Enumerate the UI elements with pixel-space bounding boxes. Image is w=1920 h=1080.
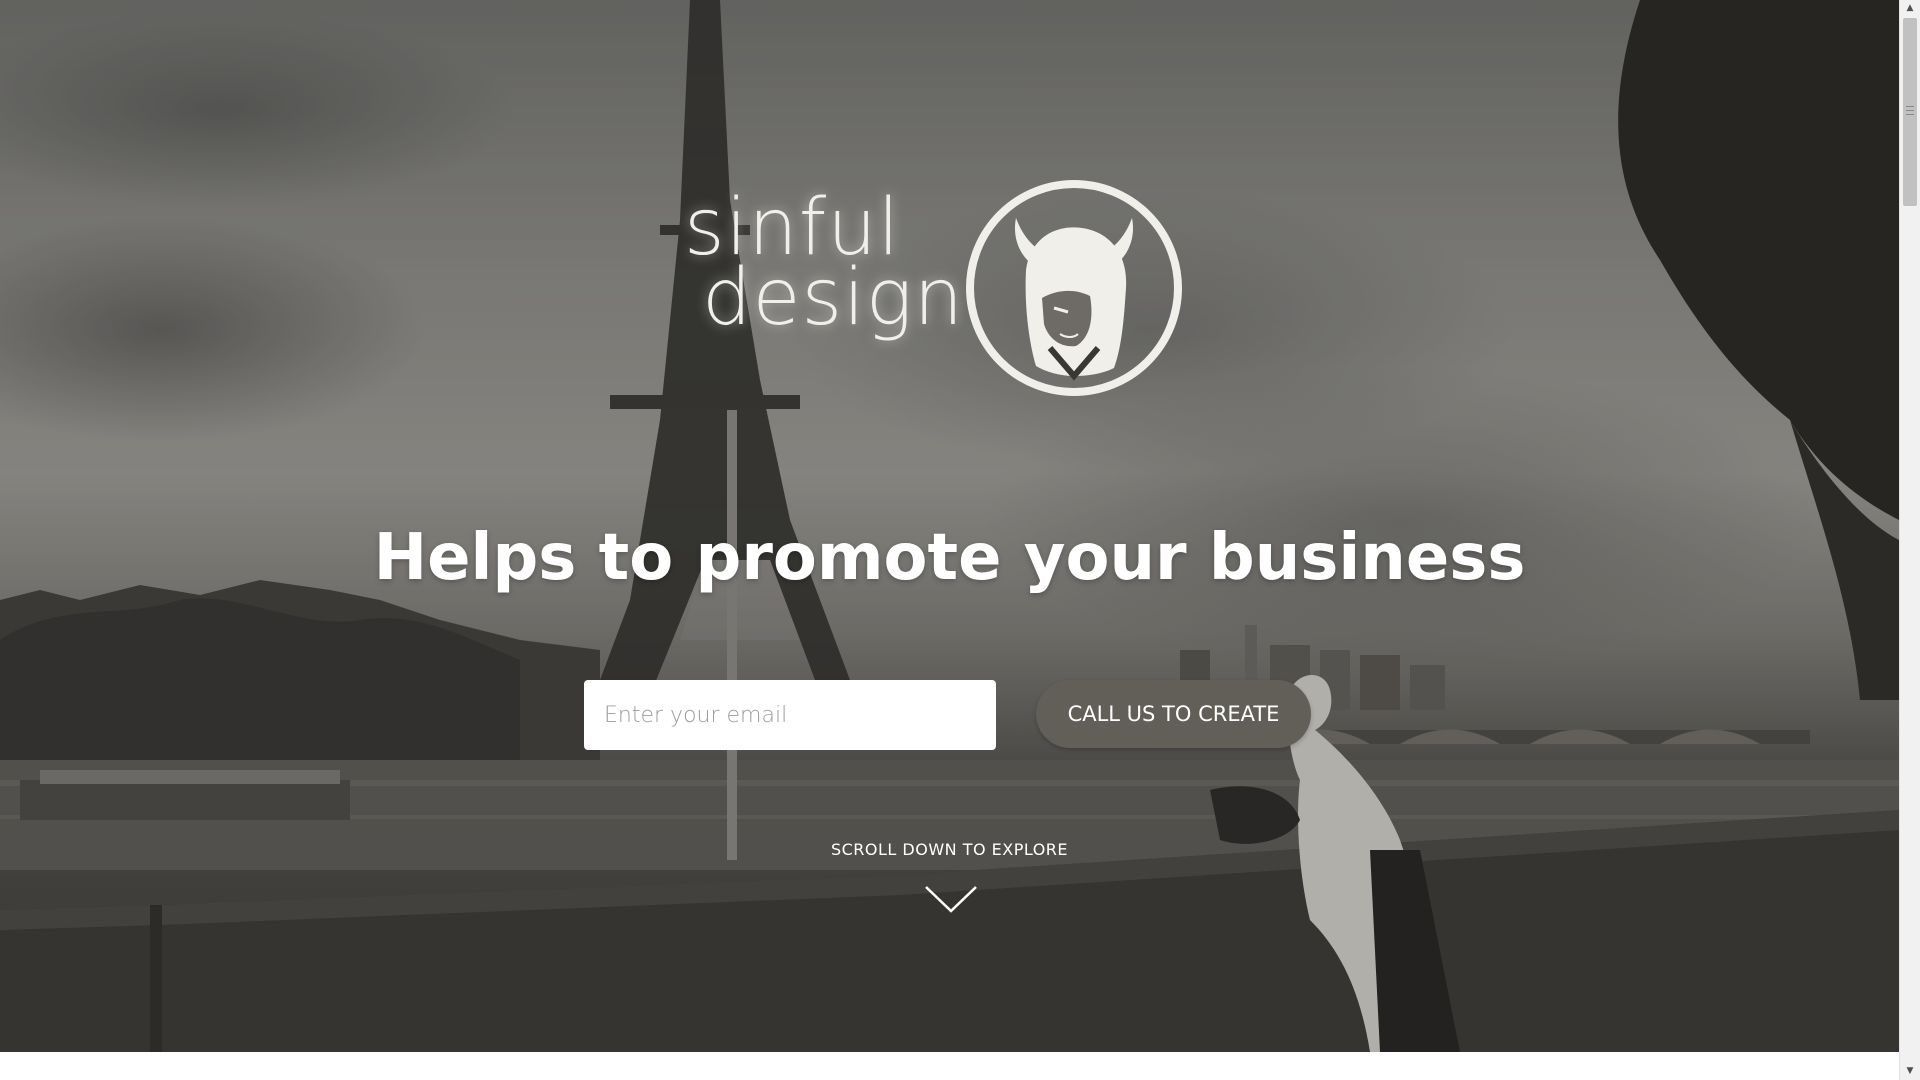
logo-word-design: design [702, 253, 965, 343]
scroll-down-label[interactable]: SCROLL DOWN TO EXPLORE [0, 840, 1899, 859]
logo-wordmark: sinful design [684, 189, 965, 343]
hero-section: sinful design Helps to promote your busi… [0, 0, 1899, 1052]
scroll-up-arrow-icon[interactable]: ▲ [1900, 0, 1920, 17]
call-us-to-create-button[interactable]: CALL US TO CREATE [1036, 680, 1311, 748]
email-input[interactable] [584, 680, 996, 750]
page-scrollbar[interactable]: ▲ ▼ [1899, 0, 1920, 1080]
devil-girl-emblem-icon [966, 180, 1182, 396]
grip-icon [1906, 106, 1914, 115]
scrollbar-thumb[interactable] [1903, 18, 1917, 206]
hero-headline: Helps to promote your business [373, 521, 1526, 595]
chevron-down-icon[interactable] [924, 884, 978, 914]
scroll-down-arrow-icon[interactable]: ▼ [1900, 1063, 1920, 1080]
brand-logo[interactable]: sinful design [684, 178, 1184, 403]
